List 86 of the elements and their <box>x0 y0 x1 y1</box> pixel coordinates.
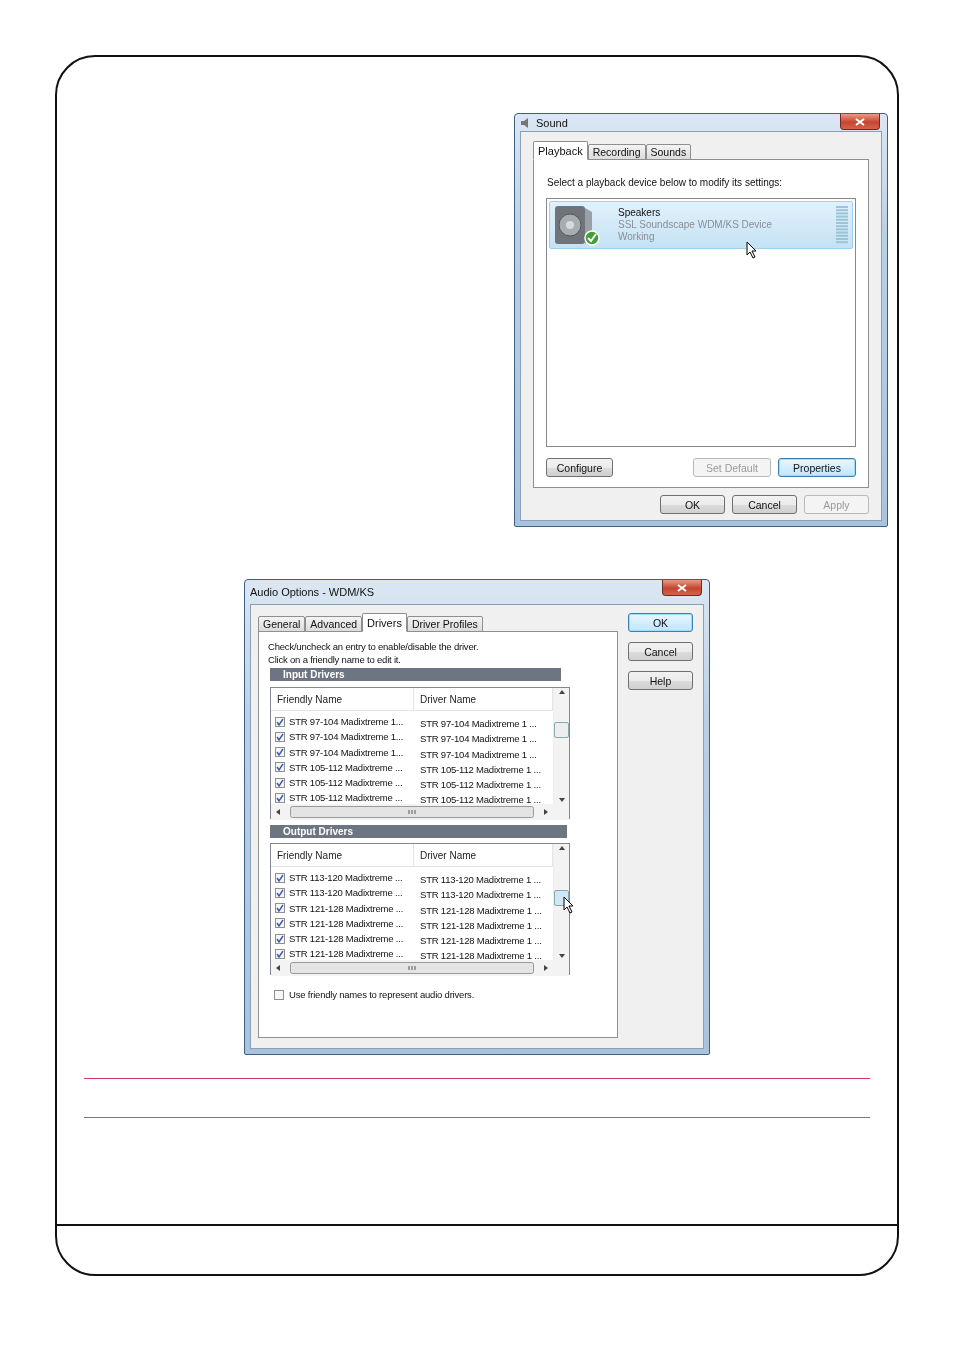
checkbox-label: Use friendly names to represent audio drivers. <box>289 989 475 1000</box>
column-header[interactable]: Friendly Name <box>271 844 414 866</box>
horizontal-scrollbar[interactable] <box>271 803 553 820</box>
window-title: Audio Options - WDM/KS <box>250 586 375 598</box>
friendly-name-cell[interactable]: STR 121-128 Madixtreme ... <box>289 933 404 945</box>
dialog-button[interactable]: Cancel <box>732 495 797 514</box>
checkbox[interactable] <box>275 903 285 914</box>
driver-name-cell: STR 97-104 Madixtreme 1 ... <box>420 748 537 760</box>
device-status: Working <box>618 231 656 243</box>
horizontal-scrollbar[interactable] <box>271 959 553 976</box>
speaker-check-icon <box>554 204 600 246</box>
friendly-name-cell[interactable]: STR 121-128 Madixtreme ... <box>289 917 404 929</box>
friendly-name-cell[interactable]: STR 97-104 Madixtreme 1... <box>289 731 404 743</box>
checkbox[interactable] <box>275 716 285 727</box>
scroll-thumb[interactable] <box>554 722 569 738</box>
scroll-thumb[interactable] <box>290 961 534 974</box>
scroll-thumb[interactable] <box>290 805 534 818</box>
friendly-name-cell[interactable]: STR 105-112 Madixtreme ... <box>289 777 403 789</box>
checkbox[interactable] <box>275 933 285 944</box>
checkbox[interactable] <box>275 762 285 773</box>
device-name: Speakers <box>618 207 662 219</box>
close-button[interactable] <box>840 114 880 130</box>
tab[interactable]: Recording <box>587 144 646 160</box>
dialog-button[interactable]: Help <box>628 671 693 690</box>
friendly-name-cell[interactable]: STR 97-104 Madixtreme 1... <box>289 716 404 727</box>
tab[interactable]: Playback <box>533 141 588 160</box>
level-meter-icon <box>836 206 848 244</box>
driver-name-cell: STR 113-120 Madixtreme 1 ... <box>420 889 541 901</box>
driver-name-cell: STR 121-128 Madixtreme 1 ... <box>420 904 542 916</box>
instruction-text: Select a playback device below to modify its settings: <box>547 177 783 188</box>
friendly-name-cell[interactable]: STR 97-104 Madixtreme 1... <box>289 746 404 758</box>
device-description: SSL Soundscape WDM/KS Device <box>618 219 773 231</box>
tab[interactable]: General <box>258 616 306 632</box>
checkbox[interactable] <box>274 989 284 1000</box>
driver-name-cell: STR 121-128 Madixtreme 1 ... <box>420 919 542 931</box>
driver-name-cell: STR 97-104 Madixtreme 1 ... <box>420 733 537 745</box>
checkbox[interactable] <box>275 731 285 742</box>
checkbox[interactable] <box>275 949 285 959</box>
driver-name-cell: STR 121-128 Madixtreme 1 ... <box>420 950 542 962</box>
friendly-name-cell[interactable]: STR 113-120 Madixtreme ... <box>289 872 403 883</box>
tab[interactable]: Sounds <box>645 144 692 160</box>
section-title: Output Drivers <box>283 826 353 837</box>
section-title: Input Drivers <box>283 669 345 680</box>
scroll-left-icon[interactable] <box>274 963 282 972</box>
scroll-up-icon[interactable] <box>557 688 566 696</box>
window-title: Sound <box>536 116 568 129</box>
friendly-name-cell[interactable]: STR 121-128 Madixtreme ... <box>289 902 404 914</box>
close-button[interactable] <box>662 580 702 596</box>
checkbox[interactable] <box>275 872 285 883</box>
checkbox[interactable] <box>275 777 285 788</box>
dialog-button[interactable]: OK <box>660 495 725 514</box>
driver-name-cell: STR 121-128 Madixtreme 1 ... <box>420 935 542 947</box>
checkbox[interactable] <box>275 887 285 898</box>
driver-name-cell: STR 105-112 Madixtreme 1 ... <box>420 779 541 791</box>
friendly-name-cell[interactable]: STR 121-128 Madixtreme ... <box>289 948 404 960</box>
mouse-cursor-icon <box>746 241 758 259</box>
dialog-button[interactable]: OK <box>628 613 693 632</box>
driver-name-cell: STR 105-112 Madixtreme 1 ... <box>420 794 541 806</box>
driver-name-cell: STR 97-104 Madixtreme 1 ... <box>420 718 537 729</box>
column-header[interactable]: Friendly Name <box>271 688 414 710</box>
driver-name-cell: STR 105-112 Madixtreme 1 ... <box>420 763 541 775</box>
close-icon <box>677 583 687 592</box>
checkbox[interactable] <box>275 747 285 758</box>
checkbox[interactable] <box>275 918 285 929</box>
scroll-right-icon[interactable] <box>542 963 550 972</box>
close-icon <box>855 117 865 126</box>
scroll-left-icon[interactable] <box>274 807 282 816</box>
dialog-button[interactable]: Properties <box>778 458 856 477</box>
friendly-name-cell[interactable]: STR 105-112 Madixtreme ... <box>289 792 403 804</box>
friendly-name-cell[interactable]: STR 113-120 Madixtreme ... <box>289 887 403 899</box>
vertical-scrollbar[interactable] <box>553 844 569 960</box>
speaker-icon <box>520 116 530 129</box>
dialog-button[interactable]: Cancel <box>628 642 693 661</box>
scroll-up-icon[interactable] <box>557 844 566 852</box>
tab[interactable]: Drivers <box>362 613 407 632</box>
tab[interactable]: Advanced <box>305 616 363 632</box>
tab[interactable]: Driver Profiles <box>406 616 483 632</box>
instruction-text: Click on a friendly name to edit it. <box>268 653 402 666</box>
vertical-scrollbar[interactable] <box>553 688 569 804</box>
device-item[interactable]: Speakers SSL Soundscape WDM/KS Device Working <box>549 201 853 249</box>
driver-name-cell: STR 113-120 Madixtreme 1 ... <box>420 874 541 885</box>
instruction-text: Check/uncheck an entry to enable/disable the driver. <box>268 641 480 654</box>
checkbox[interactable] <box>275 793 285 803</box>
friendly-name-cell[interactable]: STR 105-112 Madixtreme ... <box>289 761 403 773</box>
dialog-button[interactable]: Configure <box>546 458 613 477</box>
scroll-right-icon[interactable] <box>542 807 550 816</box>
